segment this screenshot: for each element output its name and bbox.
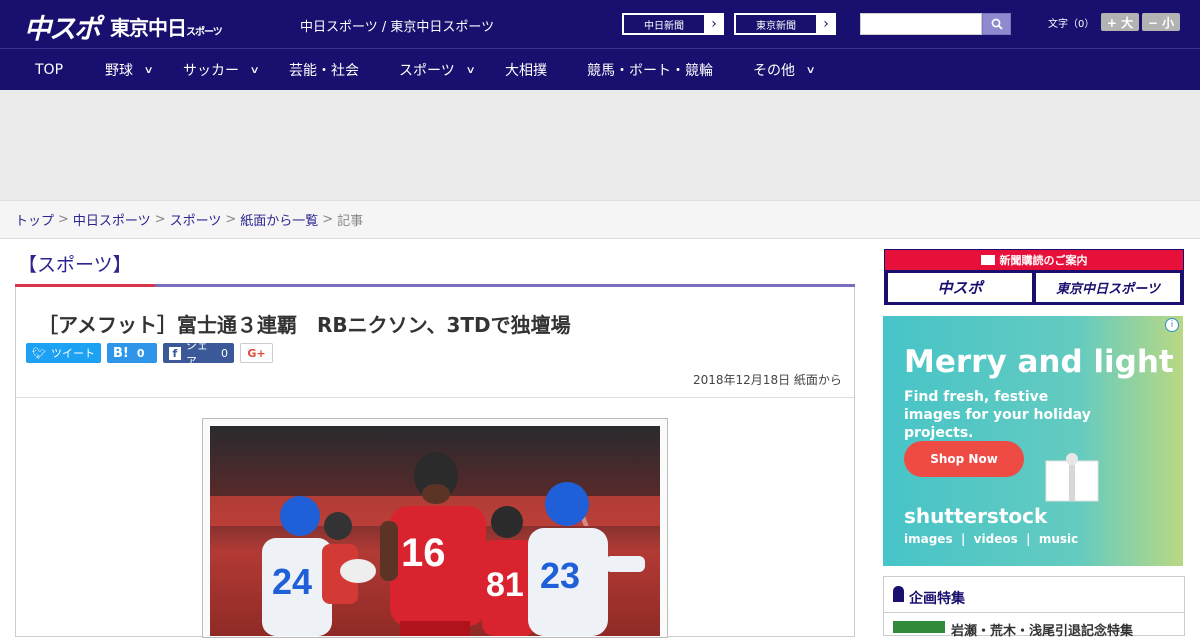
- breadcrumb-top[interactable]: トップ: [15, 210, 54, 229]
- font-smaller-button[interactable]: − 小: [1142, 13, 1180, 31]
- tokyo-shimbun-link[interactable]: 東京新聞 ›: [734, 13, 836, 35]
- nav-item-entertainment[interactable]: 芸能・社会: [289, 49, 359, 91]
- breadcrumb: トップ > 中日スポーツ > スポーツ > 紙面から一覧 > 記事: [0, 200, 1200, 239]
- nav-item-racing[interactable]: 競馬・ボート・競輪: [587, 49, 713, 91]
- tweet-label: ツイート: [50, 347, 95, 360]
- nav-label: サッカー: [183, 63, 239, 79]
- nav-item-other[interactable]: その他 ∨: [753, 49, 816, 91]
- ad-subtitle: Find fresh, festive images for your holi…: [904, 389, 1091, 441]
- nav-label: 野球: [105, 63, 133, 79]
- chunichi-shimbun-label: 中日新聞: [623, 14, 705, 34]
- ribbon-icon: [893, 586, 904, 602]
- chevron-down-icon: ∨: [465, 64, 476, 76]
- nav-item-sumo[interactable]: 大相撲: [505, 49, 547, 91]
- nav-label: スポーツ: [399, 63, 455, 79]
- tokyo-chunichi-logo[interactable]: 東京中日スポーツ: [110, 12, 223, 41]
- breadcrumb-sep: >: [322, 212, 334, 227]
- font-larger-button[interactable]: + 大: [1101, 13, 1139, 31]
- subscription-banner[interactable]: 新聞購読のご案内 中スポ 東京中日スポーツ: [884, 249, 1184, 305]
- nav-label: TOP: [35, 62, 64, 78]
- article-divider: [16, 397, 854, 398]
- newspaper-icon: [980, 255, 995, 265]
- sidebar-ad[interactable]: i Merry and light Find fresh, festive im…: [883, 316, 1183, 566]
- ad-brand-logo: shutterstock: [904, 504, 1048, 528]
- breadcrumb-paper-list[interactable]: 紙面から一覧: [240, 210, 318, 229]
- nav-label: 競馬・ボート・競輪: [587, 63, 713, 79]
- hatena-bookmark-button[interactable]: B! 0: [107, 343, 157, 363]
- ad-brand-links: images | videos | music: [904, 532, 1079, 546]
- hatena-count: 0: [136, 346, 145, 360]
- breadcrumb-sep: >: [154, 212, 166, 227]
- nav-label: その他: [753, 63, 795, 79]
- chevron-right-icon: ›: [711, 16, 717, 32]
- chevron-down-icon: ∨: [249, 64, 260, 76]
- category-title: 【スポーツ】: [18, 254, 132, 276]
- top-header: 中スポ 東京中日スポーツ 中日スポーツ / 東京中日スポーツ 中日新聞 › 東京…: [0, 0, 1200, 48]
- nav-label: 大相撲: [505, 63, 547, 79]
- google-plus-button[interactable]: G+: [240, 343, 273, 363]
- tokyo-chunichi-logo-small: スポーツ: [186, 27, 223, 38]
- main-nav: TOP 野球 ∨ サッカー ∨ 芸能・社会 スポーツ ∨ 大相撲 競馬・ボート・競輪 …: [0, 48, 1200, 90]
- chevron-down-icon: ∨: [143, 64, 154, 76]
- feature-thumbnail[interactable]: [893, 621, 945, 633]
- site-name[interactable]: 中日スポーツ / 東京中日スポーツ: [300, 16, 494, 35]
- breadcrumb-chunichi-sports[interactable]: 中日スポーツ: [73, 210, 151, 229]
- subscription-header: 新聞購読のご案内: [885, 250, 1183, 270]
- nav-item-baseball[interactable]: 野球 ∨: [105, 49, 154, 91]
- chevron-right-icon: ›: [823, 16, 829, 32]
- subscribe-tokyo-chunichi[interactable]: 東京中日スポーツ: [1036, 273, 1180, 302]
- facebook-share-button[interactable]: f シェア 0: [163, 339, 234, 368]
- search-icon: [991, 18, 1003, 30]
- breadcrumb-sep: >: [225, 212, 237, 227]
- football-photo-image: A 24 16 81 23: [210, 426, 660, 636]
- search-button[interactable]: [982, 13, 1011, 35]
- ad-info-icon[interactable]: i: [1165, 318, 1179, 332]
- svg-text:81: 81: [486, 566, 524, 604]
- chuspo-logo[interactable]: 中スポ: [24, 7, 101, 46]
- twitter-icon: 🐦︎: [32, 346, 46, 360]
- facebook-share-label: シェア: [185, 339, 208, 368]
- ad-shop-now-button[interactable]: Shop Now: [904, 441, 1024, 477]
- tweet-button[interactable]: 🐦︎ ツイート: [26, 343, 101, 363]
- article-headline: ［アメフット］富士通３連覇 RBニクソン、3TDで独壇場: [38, 313, 571, 337]
- ad-title: Merry and light: [904, 344, 1174, 380]
- nav-label: 芸能・社会: [289, 63, 359, 79]
- breadcrumb-sep: >: [58, 212, 69, 227]
- article-date: 2018年12月18日 紙面から: [693, 373, 842, 387]
- chunichi-shimbun-link[interactable]: 中日新聞 ›: [622, 13, 724, 35]
- nav-item-sports[interactable]: スポーツ ∨: [399, 49, 476, 91]
- facebook-count: 0: [221, 346, 228, 360]
- google-plus-icon: G+: [247, 346, 266, 360]
- feature-title: 企画特集: [909, 591, 965, 607]
- hatena-icon: B!: [113, 345, 129, 361]
- font-size-label: 文字（0）: [1048, 19, 1095, 30]
- article-photo[interactable]: A 24 16 81 23: [210, 426, 660, 636]
- subscribe-chuspo[interactable]: 中スポ: [888, 273, 1032, 302]
- chevron-down-icon: ∨: [805, 64, 816, 76]
- subscription-header-label: 新聞購読のご案内: [999, 254, 1088, 267]
- svg-text:24: 24: [272, 561, 312, 602]
- breadcrumb-current: 記事: [337, 214, 364, 229]
- tokyo-chunichi-logo-text: 東京中日: [110, 16, 187, 40]
- svg-text:16: 16: [401, 531, 446, 575]
- svg-text:23: 23: [540, 555, 580, 596]
- facebook-icon: f: [169, 346, 181, 360]
- top-ad-space: [0, 90, 1200, 200]
- breadcrumb-sports[interactable]: スポーツ: [170, 210, 222, 229]
- nav-item-soccer[interactable]: サッカー ∨: [183, 49, 260, 91]
- tokyo-shimbun-label: 東京新聞: [735, 14, 817, 34]
- nav-item-top[interactable]: TOP: [35, 49, 63, 91]
- feature-divider: [884, 612, 1184, 613]
- search-input[interactable]: [860, 13, 982, 35]
